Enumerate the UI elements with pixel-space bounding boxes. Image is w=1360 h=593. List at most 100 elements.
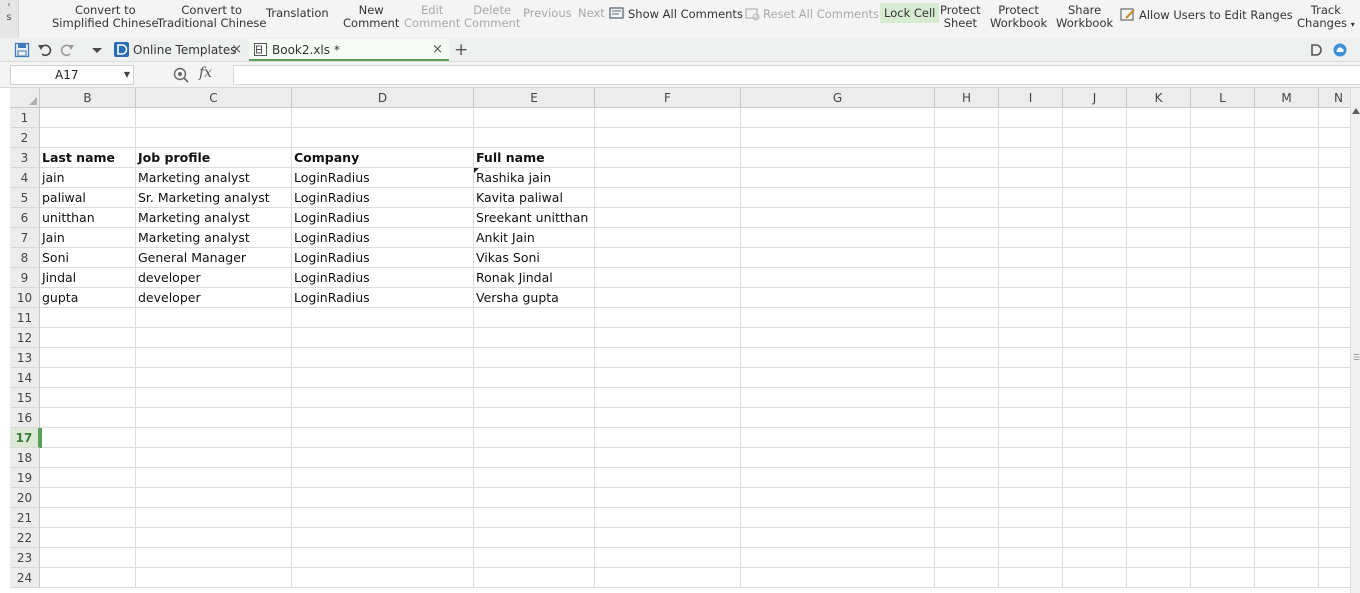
- cell[interactable]: [935, 548, 999, 568]
- cell[interactable]: [292, 328, 474, 348]
- row-header[interactable]: 24: [10, 568, 40, 588]
- cell[interactable]: [1319, 208, 1350, 228]
- cell[interactable]: [1063, 468, 1127, 488]
- cell[interactable]: [595, 428, 741, 448]
- cell[interactable]: [136, 448, 292, 468]
- cell[interactable]: [1255, 528, 1319, 548]
- cell[interactable]: [741, 208, 935, 228]
- cell[interactable]: [474, 508, 595, 528]
- cell[interactable]: [292, 128, 474, 148]
- cell[interactable]: [1255, 208, 1319, 228]
- row-header[interactable]: 7: [10, 228, 40, 248]
- cell[interactable]: [1255, 428, 1319, 448]
- cell[interactable]: [999, 388, 1063, 408]
- cell[interactable]: [1319, 388, 1350, 408]
- cell[interactable]: [40, 328, 136, 348]
- cell[interactable]: [136, 368, 292, 388]
- cell[interactable]: [1191, 528, 1255, 548]
- cell[interactable]: [935, 448, 999, 468]
- row-header[interactable]: 19: [10, 468, 40, 488]
- cell[interactable]: [1127, 428, 1191, 448]
- cell[interactable]: [474, 408, 595, 428]
- cell[interactable]: [999, 448, 1063, 468]
- cell[interactable]: [1255, 568, 1319, 588]
- column-header-m[interactable]: M: [1255, 88, 1319, 108]
- cell[interactable]: [1127, 528, 1191, 548]
- cell[interactable]: [1191, 508, 1255, 528]
- cell[interactable]: [1255, 468, 1319, 488]
- row-header[interactable]: 16: [10, 408, 40, 428]
- cell[interactable]: [935, 328, 999, 348]
- cell[interactable]: [935, 148, 999, 168]
- cell[interactable]: [474, 368, 595, 388]
- cell[interactable]: Kavita paliwal: [474, 188, 595, 208]
- cell[interactable]: Marketing analyst: [136, 228, 292, 248]
- column-header-c[interactable]: C: [136, 88, 292, 108]
- cell[interactable]: [40, 388, 136, 408]
- cell[interactable]: [1063, 288, 1127, 308]
- cell[interactable]: [474, 528, 595, 548]
- cell[interactable]: [1063, 368, 1127, 388]
- cell[interactable]: [1063, 488, 1127, 508]
- row-header[interactable]: 3: [10, 148, 40, 168]
- cell[interactable]: [40, 308, 136, 328]
- translation-button[interactable]: Translation: [266, 7, 329, 20]
- cell[interactable]: [1255, 488, 1319, 508]
- cell[interactable]: [741, 488, 935, 508]
- column-header-l[interactable]: L: [1191, 88, 1255, 108]
- column-header-g[interactable]: G: [741, 88, 935, 108]
- cell[interactable]: [292, 308, 474, 328]
- cell[interactable]: [1063, 508, 1127, 528]
- cell[interactable]: [136, 328, 292, 348]
- cell[interactable]: [935, 168, 999, 188]
- track-changes-button[interactable]: Track Changes ▾: [1297, 4, 1355, 31]
- cell[interactable]: [292, 468, 474, 488]
- row-header[interactable]: 9: [10, 268, 40, 288]
- close-tab-book2-icon[interactable]: ×: [432, 39, 443, 61]
- cell[interactable]: [999, 308, 1063, 328]
- cell[interactable]: Sr. Marketing analyst: [136, 188, 292, 208]
- spreadsheet-grid[interactable]: B C D E F G H I J K L M N 1 2 3 Last name Job profile Comp…: [10, 88, 1350, 593]
- cell[interactable]: [741, 468, 935, 488]
- zoom-icon[interactable]: [173, 67, 189, 83]
- cell[interactable]: [741, 148, 935, 168]
- cell[interactable]: [1191, 408, 1255, 428]
- cell[interactable]: [935, 488, 999, 508]
- cell[interactable]: [40, 568, 136, 588]
- cell[interactable]: [1319, 348, 1350, 368]
- cell[interactable]: [999, 548, 1063, 568]
- cell[interactable]: [999, 408, 1063, 428]
- cell[interactable]: [1191, 168, 1255, 188]
- cell[interactable]: [136, 468, 292, 488]
- cell[interactable]: [935, 208, 999, 228]
- cell[interactable]: [40, 408, 136, 428]
- cell[interactable]: [1063, 128, 1127, 148]
- row-header[interactable]: 2: [10, 128, 40, 148]
- cell[interactable]: [595, 188, 741, 208]
- cell[interactable]: [1063, 168, 1127, 188]
- show-all-comments-button[interactable]: Show All Comments: [609, 7, 743, 21]
- cell[interactable]: [40, 368, 136, 388]
- cell[interactable]: [595, 328, 741, 348]
- cell[interactable]: [1319, 508, 1350, 528]
- cell[interactable]: [474, 388, 595, 408]
- cell[interactable]: [595, 208, 741, 228]
- cell[interactable]: [595, 128, 741, 148]
- row-header[interactable]: 22: [10, 528, 40, 548]
- cell[interactable]: [595, 528, 741, 548]
- cell[interactable]: [1255, 128, 1319, 148]
- column-header-k[interactable]: K: [1127, 88, 1191, 108]
- redo-icon[interactable]: [59, 42, 75, 58]
- cell[interactable]: [1127, 168, 1191, 188]
- cell[interactable]: [999, 368, 1063, 388]
- cell[interactable]: [292, 508, 474, 528]
- cell[interactable]: [741, 408, 935, 428]
- cell[interactable]: Sreekant unitthan: [474, 208, 595, 228]
- undo-icon[interactable]: [37, 42, 53, 58]
- cell[interactable]: [1319, 408, 1350, 428]
- cell[interactable]: [935, 248, 999, 268]
- cell[interactable]: gupta: [40, 288, 136, 308]
- cell[interactable]: [595, 368, 741, 388]
- cell[interactable]: [595, 388, 741, 408]
- cell[interactable]: [1063, 108, 1127, 128]
